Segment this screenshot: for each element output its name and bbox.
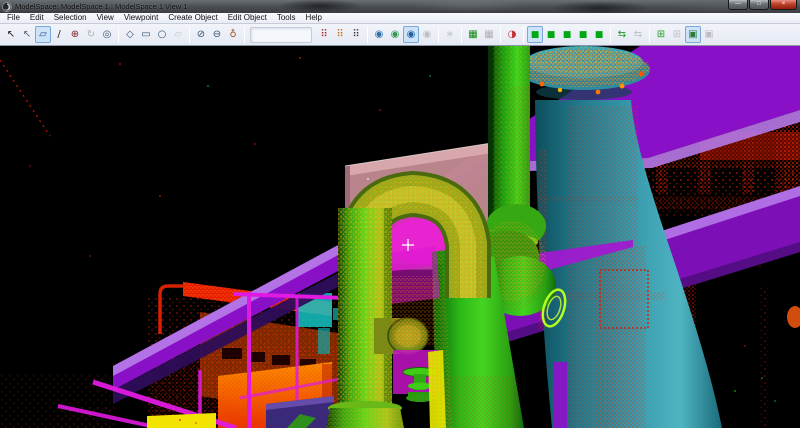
paste-viewpoint-icon[interactable]: ⊞ (669, 26, 685, 43)
toolbar-group-0: ↖ ↖ ▱ / ⊕ ↻ ◎ (2, 26, 116, 43)
point-size-1-icon[interactable]: ■ (527, 26, 543, 43)
view-all-clouds-icon[interactable]: ◉ (371, 26, 387, 43)
title-bar[interactable]: ModelSpace: ModelSpace 1 : ModelSpace 1 … (0, 0, 800, 13)
toolbar: ↖ ↖ ▱ / ⊕ ↻ ◎ ◇ ▭ ○ ▱ ⊘ ⊖ ♁ ⠿ ⠿ ⠿ ◉ ◉ ◉ ◉ ∗ ▦ ▦ ◑ ■ ■ ■ ■ ■ ⇆ ⇆ ⊞ ⊞ ▣ ▣ (0, 24, 800, 46)
toolbar-group-4: ◉ ◉ ◉ ◉ (370, 26, 436, 43)
capture-image-icon[interactable]: ▣ (685, 26, 701, 43)
menu-item-file[interactable]: File (2, 13, 25, 23)
close-button[interactable]: × (770, 0, 797, 10)
fence-rectangle-icon[interactable]: ▭ (138, 26, 154, 43)
menu-item-view[interactable]: View (92, 13, 119, 23)
menu-item-tools[interactable]: Tools (272, 13, 301, 23)
point-cloud-scene (0, 46, 800, 428)
toolbar-group-2: ⊘ ⊖ ♁ (192, 26, 242, 43)
modelspace-viewport[interactable] (0, 46, 800, 428)
application-window: ModelSpace: ModelSpace 1 : ModelSpace 1 … (0, 0, 800, 428)
toolbar-group-10: ⊞ ⊞ ▣ ▣ (652, 26, 718, 43)
hide-inside-fence-icon[interactable]: ⊘ (193, 26, 209, 43)
point-size-5-icon[interactable]: ■ (591, 26, 607, 43)
cloud-intensity-map-icon[interactable]: ⠿ (348, 26, 364, 43)
app-icon (2, 1, 12, 12)
multi-select-arrow-icon[interactable]: ↖ (19, 26, 35, 43)
view-mode-current-icon[interactable]: ◉ (403, 26, 419, 43)
toolbar-separator (523, 26, 524, 43)
update-database-icon[interactable]: ⇆ (614, 26, 630, 43)
fence-circle-icon[interactable]: ○ (154, 26, 170, 43)
toolbar-separator (649, 26, 650, 43)
toolbar-separator (118, 26, 119, 43)
toolbar-separator (367, 26, 368, 43)
minimize-button[interactable]: — (728, 0, 748, 10)
toolbar-group-1: ◇ ▭ ○ ▱ (121, 26, 187, 43)
point-density-alt-icon[interactable]: ▦ (481, 26, 497, 43)
capture-image-alt-icon[interactable]: ▣ (701, 26, 717, 43)
toolbar-separator (461, 26, 462, 43)
toolbar-group-6: ▦ ▦ (464, 26, 498, 43)
scanner-position-icon[interactable]: ♁ (225, 26, 241, 43)
menu-item-create-object[interactable]: Create Object (163, 13, 222, 23)
copy-viewpoint-icon[interactable]: ⊞ (653, 26, 669, 43)
view-hidden-points-icon[interactable]: ◉ (419, 26, 435, 43)
menu-item-viewpoint[interactable]: Viewpoint (119, 13, 164, 23)
menu-item-help[interactable]: Help (301, 13, 327, 23)
regenerate-cloud-icon[interactable]: ∗ (442, 26, 458, 43)
select-arrow-icon[interactable]: ↖ (3, 26, 19, 43)
toolbar-separator (500, 26, 501, 43)
hide-outside-fence-icon[interactable]: ⊖ (209, 26, 225, 43)
refresh-point-cloud-icon[interactable]: ◑ (504, 26, 520, 43)
toolbar-group-3: ⠿ ⠿ ⠿ (315, 26, 365, 43)
menu-item-edit[interactable]: Edit (25, 13, 49, 23)
toolbar-group-8: ■ ■ ■ ■ ■ (526, 26, 608, 43)
toolbar-group-5: ∗ (441, 26, 459, 43)
point-size-4-icon[interactable]: ■ (575, 26, 591, 43)
point-size-2-icon[interactable]: ■ (543, 26, 559, 43)
pan-tool-icon[interactable]: ⊕ (67, 26, 83, 43)
rotate-tool-icon[interactable]: ↻ (83, 26, 99, 43)
toolbar-group-9: ⇆ ⇆ (613, 26, 647, 43)
fence-polygon-icon[interactable]: ◇ (122, 26, 138, 43)
toolbar-separator (610, 26, 611, 43)
draw-line-icon[interactable]: / (51, 26, 67, 43)
point-size-3-icon[interactable]: ■ (559, 26, 575, 43)
window-controls: — □ × (728, 0, 797, 10)
toolbar-empty-field (250, 26, 312, 43)
menu-bar: File Edit Selection View Viewpoint Create Obj… (0, 13, 800, 24)
sync-database-icon[interactable]: ⇆ (630, 26, 646, 43)
cloud-color-map-icon[interactable]: ⠿ (316, 26, 332, 43)
maximize-button[interactable]: □ (749, 0, 769, 10)
fence-select-icon[interactable]: ▱ (35, 26, 51, 43)
toolbar-group-7: ◑ (503, 26, 521, 43)
point-density-grid-icon[interactable]: ▦ (465, 26, 481, 43)
orbit-tool-icon[interactable]: ◎ (99, 26, 115, 43)
menu-item-edit-object[interactable]: Edit Object (223, 13, 272, 23)
menu-item-selection[interactable]: Selection (49, 13, 92, 23)
toolbar-separator (189, 26, 190, 43)
fence-clear-icon[interactable]: ▱ (170, 26, 186, 43)
cloud-rgb-map-icon[interactable]: ⠿ (332, 26, 348, 43)
window-title: ModelSpace: ModelSpace 1 : ModelSpace 1 … (15, 2, 188, 11)
toolbar-separator (438, 26, 439, 43)
toolbar-separator (244, 26, 245, 43)
view-selected-cloud-icon[interactable]: ◉ (387, 26, 403, 43)
